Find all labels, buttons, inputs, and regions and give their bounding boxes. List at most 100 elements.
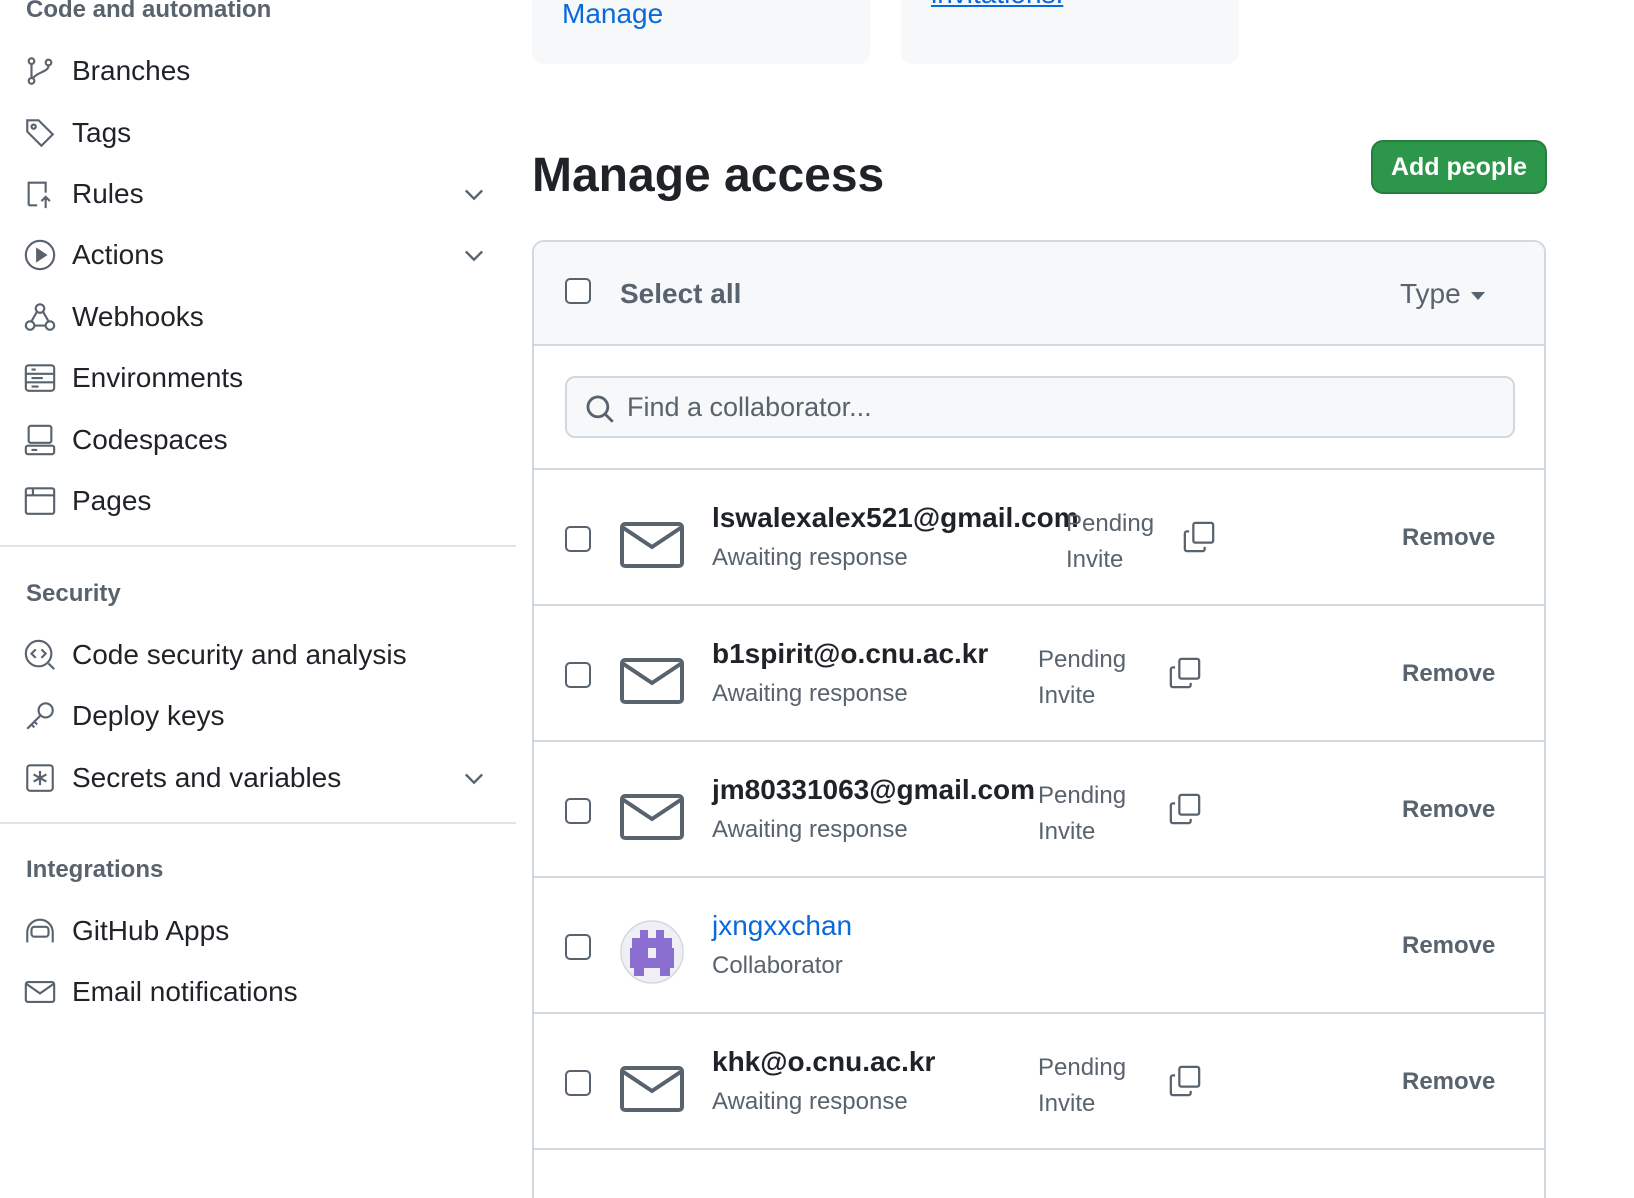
mail-icon: [22, 974, 58, 1010]
sidebar-item-label: Code security and analysis: [72, 639, 407, 670]
sidebar-item-label: Environments: [72, 362, 244, 393]
tag-icon: [22, 115, 58, 151]
select-all-label: Select all: [620, 278, 742, 309]
code-scan-icon: [22, 637, 58, 673]
section-integrations: Integrations: [26, 856, 164, 883]
mail-icon: [620, 522, 684, 568]
row-checkbox[interactable]: [565, 1070, 591, 1096]
sidebar-item-label: Email notifications: [72, 976, 298, 1007]
main-content: Manage invitations. Manage access Add pe…: [532, 0, 1634, 1198]
copy-icon[interactable]: [1182, 520, 1216, 554]
chevron-down-icon[interactable]: [460, 241, 488, 269]
pending-text: Pending: [1066, 510, 1155, 537]
remove-button[interactable]: Remove: [1402, 660, 1495, 688]
chevron-down-icon[interactable]: [460, 180, 488, 208]
pending-text: Pending: [1038, 1054, 1127, 1081]
apps-icon: [22, 913, 58, 949]
sidebar-item-environments[interactable]: Environments: [22, 350, 502, 406]
caret-down-icon: [1470, 292, 1485, 300]
copy-icon[interactable]: [1168, 792, 1202, 826]
collaborators-table: Select all Type lswalexalex521@gmail.com…: [532, 240, 1546, 1198]
type-filter-label: Type: [1400, 278, 1461, 309]
asterisk-box-icon: [22, 760, 58, 796]
collaborator-role: Collaborator: [712, 952, 843, 979]
play-circle-icon: [22, 237, 58, 273]
type-filter-dropdown[interactable]: Type: [1400, 278, 1485, 310]
table-row: jxngxxchan Collaborator Remove: [534, 878, 1544, 1014]
mail-icon: [620, 794, 684, 840]
row-checkbox[interactable]: [565, 798, 591, 824]
sidebar-item-tags[interactable]: Tags: [22, 105, 502, 161]
search-row: [534, 346, 1544, 470]
section-code-and-automation: Code and automation: [26, 0, 272, 23]
sidebar-item-code-security[interactable]: Code security and analysis: [22, 627, 502, 683]
info-card: Manage: [532, 0, 870, 64]
collaborator-name: jm80331063@gmail.com: [712, 774, 1036, 805]
codespaces-icon: [22, 422, 58, 458]
table-row: jm80331063@gmail.com Awaiting response P…: [534, 742, 1544, 878]
mail-icon: [620, 1066, 684, 1112]
invitations-link[interactable]: invitations.: [931, 0, 1063, 10]
sidebar-item-label: Tags: [72, 117, 132, 148]
mail-icon: [620, 658, 684, 704]
manage-link[interactable]: Manage: [562, 0, 663, 30]
row-checkbox[interactable]: [565, 526, 591, 552]
search-input[interactable]: [627, 386, 1487, 428]
sidebar-item-branches[interactable]: Branches: [22, 43, 502, 99]
invite-text: Invite: [1038, 1090, 1096, 1117]
sidebar-item-label: Deploy keys: [72, 700, 225, 731]
sidebar-item-actions[interactable]: Actions: [22, 227, 502, 283]
sidebar-item-github-apps[interactable]: GitHub Apps: [22, 903, 502, 959]
invite-text: Invite: [1038, 818, 1096, 845]
remove-button[interactable]: Remove: [1402, 796, 1495, 824]
sidebar-item-codespaces[interactable]: Codespaces: [22, 412, 502, 468]
sidebar-item-label: Branches: [72, 55, 191, 86]
sidebar-item-pages[interactable]: Pages: [22, 473, 502, 529]
row-checkbox[interactable]: [565, 934, 591, 960]
sidebar-item-label: Actions: [72, 239, 164, 270]
pending-invite-label: Pending Invite: [1038, 642, 1126, 714]
sidebar-item-rules[interactable]: Rules: [22, 166, 502, 222]
info-card: invitations.: [901, 0, 1239, 64]
add-people-button[interactable]: Add people: [1371, 140, 1547, 194]
sidebar-item-label: GitHub Apps: [72, 915, 230, 946]
browser-icon: [22, 483, 58, 519]
collaborator-status: Awaiting response: [712, 544, 908, 571]
sidebar-item-label: Codespaces: [72, 424, 228, 455]
page-title: Manage access: [532, 149, 885, 202]
pending-invite-label: Pending Invite: [1038, 778, 1126, 850]
sidebar-item-label: Pages: [72, 485, 152, 516]
sidebar-item-webhooks[interactable]: Webhooks: [22, 289, 502, 345]
collaborator-name: khk@o.cnu.ac.kr: [712, 1046, 936, 1077]
sidebar-item-deploy-keys[interactable]: Deploy keys: [22, 688, 502, 744]
search-box: [565, 376, 1515, 438]
settings-sidebar: Code and automation Branches Tags Rules …: [0, 0, 516, 1198]
collaborator-name: lswalexalex521@gmail.com: [712, 502, 1079, 533]
copy-icon[interactable]: [1168, 1064, 1202, 1098]
sidebar-item-secrets[interactable]: Secrets and variables: [22, 750, 502, 806]
table-row: lswalexalex521@gmail.com Awaiting respon…: [534, 470, 1544, 606]
sidebar-divider: [0, 822, 516, 824]
user-avatar: [620, 920, 684, 984]
branch-icon: [22, 53, 58, 89]
key-icon: [22, 698, 58, 734]
remove-button[interactable]: Remove: [1402, 524, 1495, 552]
remove-button[interactable]: Remove: [1402, 1068, 1495, 1096]
pending-text: Pending: [1038, 646, 1127, 673]
server-icon: [22, 360, 58, 396]
copy-icon[interactable]: [1168, 656, 1202, 690]
row-checkbox[interactable]: [565, 662, 591, 688]
sidebar-item-email-notifications[interactable]: Email notifications: [22, 964, 502, 1020]
pending-invite-label: Pending Invite: [1066, 506, 1154, 578]
invite-text: Invite: [1066, 546, 1124, 573]
collaborator-name: b1spirit@o.cnu.ac.kr: [712, 638, 989, 669]
collaborator-status: Awaiting response: [712, 1088, 908, 1115]
table-header: Select all Type: [534, 242, 1544, 346]
rules-icon: [22, 176, 58, 212]
chevron-down-icon[interactable]: [460, 764, 488, 792]
select-all-checkbox[interactable]: [565, 278, 591, 304]
remove-button[interactable]: Remove: [1402, 932, 1495, 960]
collaborator-status: Awaiting response: [712, 816, 908, 843]
collaborator-username-link[interactable]: jxngxxchan: [712, 910, 852, 942]
pending-text: Pending: [1038, 782, 1127, 809]
